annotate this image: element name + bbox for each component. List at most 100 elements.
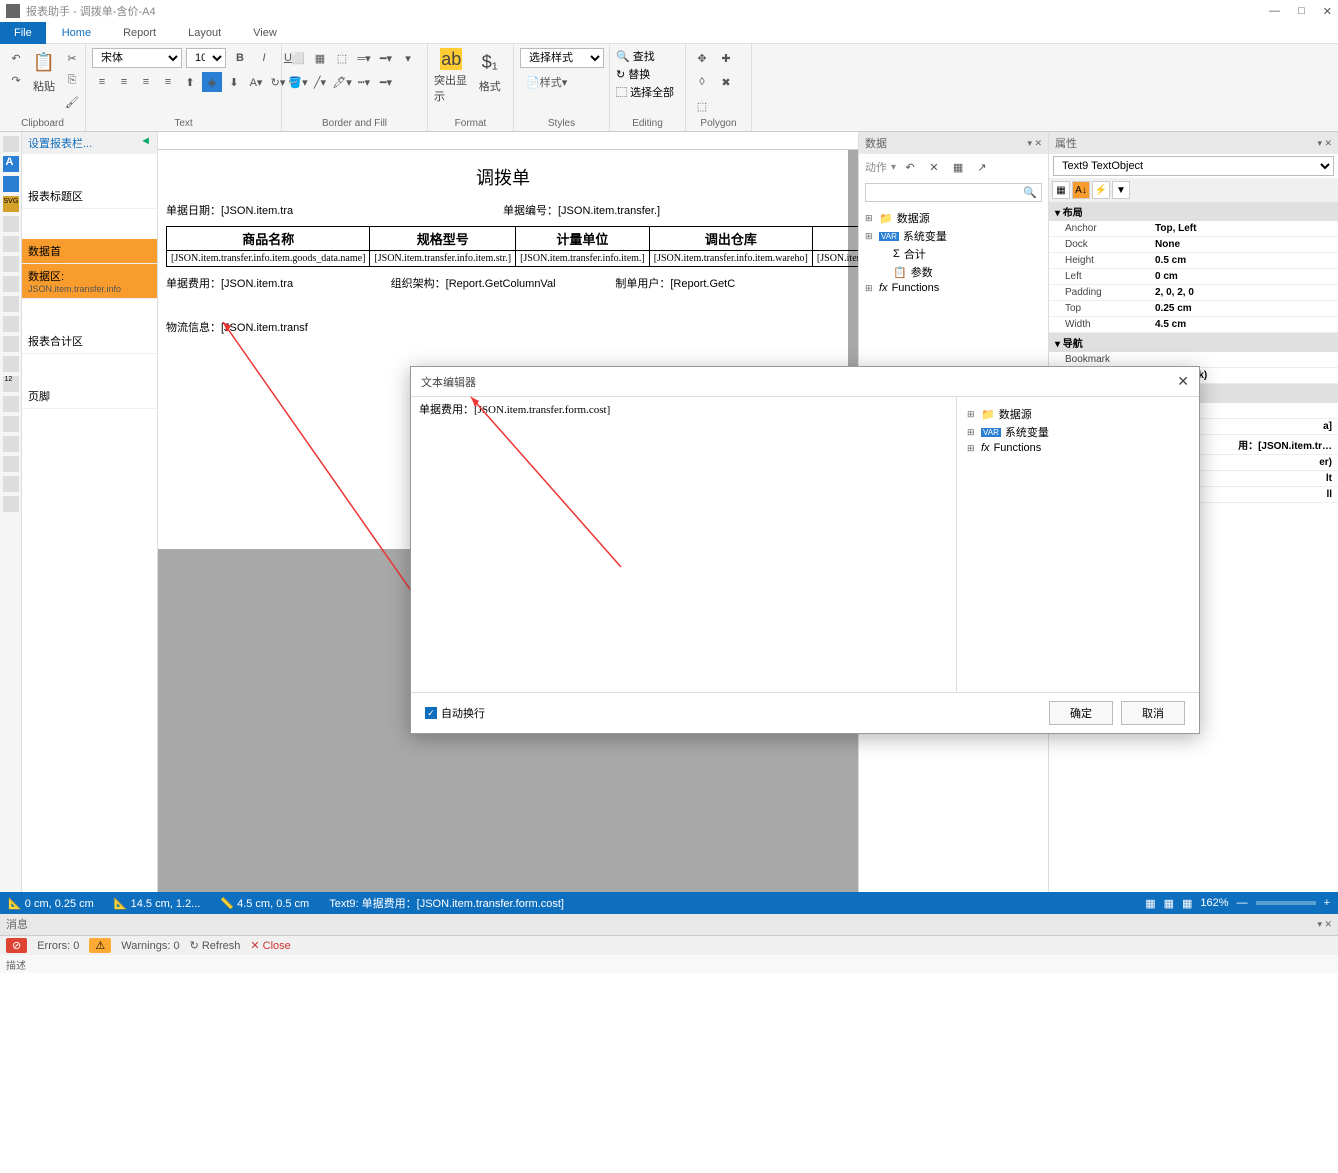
- prop-row[interactable]: Padding2, 0, 2, 0: [1049, 285, 1338, 301]
- cancel-button[interactable]: 取消: [1121, 701, 1185, 725]
- tool-text[interactable]: A: [3, 156, 19, 172]
- tool-8[interactable]: [3, 296, 19, 312]
- select-all-button[interactable]: ⬚ 选择全部: [616, 84, 674, 100]
- dlg-node-functions[interactable]: ⊞fxFunctions: [967, 441, 1189, 455]
- prop-row[interactable]: Top0.25 cm: [1049, 301, 1338, 317]
- view-icon[interactable]: ▦: [1145, 897, 1155, 910]
- dlg-node-sysvar[interactable]: ⊞VAR系统变量: [967, 423, 1189, 441]
- close-button[interactable]: ✕: [1323, 5, 1332, 18]
- minimize-button[interactable]: —: [1269, 5, 1280, 18]
- line-style-icon[interactable]: ┅▾: [354, 72, 374, 92]
- close-button[interactable]: ✕ Close: [250, 939, 290, 952]
- th-2[interactable]: 计量单位: [516, 227, 650, 251]
- poly4-icon[interactable]: ✖: [716, 72, 736, 92]
- tool-13[interactable]: [3, 396, 19, 412]
- highlight-button[interactable]: ab突出显示: [434, 48, 469, 104]
- tool-6[interactable]: [3, 256, 19, 272]
- report-title[interactable]: 调拨单: [158, 150, 848, 198]
- valign-top-icon[interactable]: ⬆: [180, 72, 200, 92]
- tree-node-functions[interactable]: ⊞fxFunctions: [865, 281, 1042, 295]
- border-all-icon[interactable]: ▦: [310, 48, 330, 68]
- valign-mid-icon[interactable]: ◈: [202, 72, 222, 92]
- warnings-badge[interactable]: ⚠: [89, 938, 111, 953]
- file-menu[interactable]: File: [0, 22, 46, 44]
- brush-icon[interactable]: 🖌: [62, 92, 82, 112]
- fill-icon[interactable]: 🪣▾: [288, 72, 308, 92]
- prop-event-icon[interactable]: ⚡: [1092, 181, 1110, 199]
- th-1[interactable]: 规格型号: [370, 227, 516, 251]
- border-top-icon[interactable]: ⬜: [288, 48, 308, 68]
- poly3-icon[interactable]: ◊: [692, 72, 712, 92]
- errors-badge[interactable]: ⊘: [6, 938, 27, 953]
- italic-icon[interactable]: I: [254, 48, 274, 68]
- align-right-icon[interactable]: ≡: [136, 72, 156, 92]
- line-icon[interactable]: ╱▾: [310, 72, 330, 92]
- tool-9[interactable]: [3, 316, 19, 332]
- valign-bot-icon[interactable]: ⬇: [224, 72, 244, 92]
- tree-node-datasource[interactable]: ⊞📁数据源: [865, 209, 1042, 227]
- align-left-icon[interactable]: ≡: [92, 72, 112, 92]
- zoom-in[interactable]: +: [1324, 897, 1330, 909]
- undo-icon[interactable]: ↶: [6, 48, 26, 68]
- tab-view[interactable]: View: [237, 24, 293, 42]
- tool-4[interactable]: [3, 216, 19, 232]
- tab-report[interactable]: Report: [107, 24, 172, 42]
- td-1[interactable]: [JSON.item.transfer.info.item.str.]: [370, 251, 516, 267]
- dialog-close-icon[interactable]: ✕: [1177, 373, 1189, 390]
- field-number[interactable]: 单据编号：[JSON.item.transfer.]: [503, 202, 840, 218]
- refresh-button[interactable]: ↻ Refresh: [190, 939, 241, 952]
- field-org[interactable]: 组织架构：[Report.GetColumnVal: [391, 275, 616, 291]
- dialog-textarea[interactable]: 单据费用：[JSON.item.transfer.form.cost]: [411, 397, 957, 692]
- border-more-icon[interactable]: ▾: [398, 48, 418, 68]
- style-button[interactable]: 📄 样式▾: [520, 72, 573, 92]
- align-justify-icon[interactable]: ≡: [158, 72, 178, 92]
- messages-header[interactable]: 消息▾ ✕: [0, 912, 1338, 935]
- tool-10[interactable]: [3, 336, 19, 352]
- view-icon[interactable]: ▦: [1164, 897, 1174, 910]
- prop-row[interactable]: DockNone: [1049, 237, 1338, 253]
- tree-header[interactable]: 设置报表栏... ◄: [22, 132, 157, 154]
- prop-az-icon[interactable]: A↓: [1072, 181, 1090, 199]
- prop-row[interactable]: Left0 cm: [1049, 269, 1338, 285]
- border-style-icon[interactable]: ═▾: [354, 48, 374, 68]
- object-select[interactable]: Text9 TextObject: [1053, 156, 1334, 176]
- font-select[interactable]: 宋体: [92, 48, 182, 68]
- tool-17[interactable]: [3, 476, 19, 492]
- border-none-icon[interactable]: ⬚: [332, 48, 352, 68]
- tree-item-datazone[interactable]: 数据区: JSON.item.transfer.info: [22, 264, 157, 299]
- paste-button[interactable]: 📋粘贴: [30, 48, 58, 94]
- th-0[interactable]: 商品名称: [167, 227, 370, 251]
- prop-row[interactable]: AnchorTop, Left: [1049, 221, 1338, 237]
- tool-12[interactable]: 12: [3, 376, 19, 392]
- tree-item-datahead[interactable]: 数据首: [22, 239, 157, 264]
- prop-panel-header[interactable]: 属性▾ ✕: [1049, 132, 1338, 154]
- format-button[interactable]: $₁格式: [473, 48, 508, 94]
- tab-home[interactable]: Home: [46, 24, 107, 42]
- font-color-icon[interactable]: A▾: [246, 72, 266, 92]
- tree-node-sum[interactable]: Σ合计: [865, 245, 1042, 263]
- tool-16[interactable]: [3, 456, 19, 472]
- wrap-checkbox[interactable]: ✓自动换行: [425, 705, 485, 721]
- tool-11[interactable]: [3, 356, 19, 372]
- view-icon[interactable]: ▦: [1182, 897, 1192, 910]
- maximize-button[interactable]: □: [1298, 5, 1305, 18]
- data-panel-header[interactable]: 数据▾ ✕: [859, 132, 1048, 154]
- report-table[interactable]: 商品名称 规格型号 计量单位 调出仓库 调入仓库 [JSON.item.tran…: [166, 226, 858, 267]
- field-logistics[interactable]: 物流信息：[JSON.item.transf: [166, 319, 840, 335]
- action-icon[interactable]: ✕: [924, 157, 944, 177]
- poly2-icon[interactable]: ✚: [716, 48, 736, 68]
- line-color-icon[interactable]: 🖊▾: [332, 72, 352, 92]
- tool-18[interactable]: [3, 496, 19, 512]
- search-icon[interactable]: 🔍: [1023, 186, 1037, 199]
- tool-cursor[interactable]: [3, 136, 19, 152]
- tree-node-sysvar[interactable]: ⊞VAR系统变量: [865, 227, 1042, 245]
- tree-node-param[interactable]: 📋参数: [865, 263, 1042, 281]
- tool-5[interactable]: [3, 236, 19, 252]
- tool-svg[interactable]: SVG: [3, 196, 19, 212]
- find-button[interactable]: 🔍 查找: [616, 48, 655, 64]
- redo-icon[interactable]: ↷: [6, 70, 26, 90]
- field-date[interactable]: 单据日期：[JSON.item.tra: [166, 202, 503, 218]
- dlg-node-datasource[interactable]: ⊞📁数据源: [967, 405, 1189, 423]
- poly1-icon[interactable]: ✥: [692, 48, 712, 68]
- prop-row[interactable]: Height0.5 cm: [1049, 253, 1338, 269]
